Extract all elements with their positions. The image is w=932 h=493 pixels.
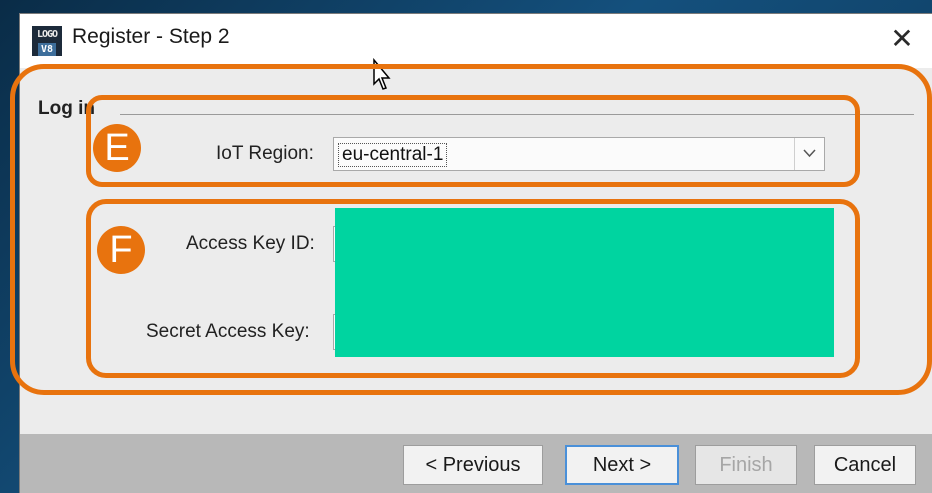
app-logo-icon: LOGO V8 [32, 26, 62, 56]
close-icon[interactable]: ✕ [882, 22, 922, 58]
annotation-badge-e: E [93, 124, 141, 172]
button-bar: < Previous Next > Finish Cancel [20, 434, 932, 493]
cancel-button[interactable]: Cancel [814, 445, 916, 485]
annotation-frame-e [86, 95, 860, 187]
next-button[interactable]: Next > [565, 445, 679, 485]
annotation-frame-f [86, 199, 860, 378]
title-bar: LOGO V8 Register - Step 2 ✕ [20, 14, 932, 68]
dialog-title: Register - Step 2 [72, 25, 230, 48]
finish-button: Finish [695, 445, 797, 485]
annotation-badge-f: F [97, 226, 145, 274]
previous-button[interactable]: < Previous [403, 445, 543, 485]
